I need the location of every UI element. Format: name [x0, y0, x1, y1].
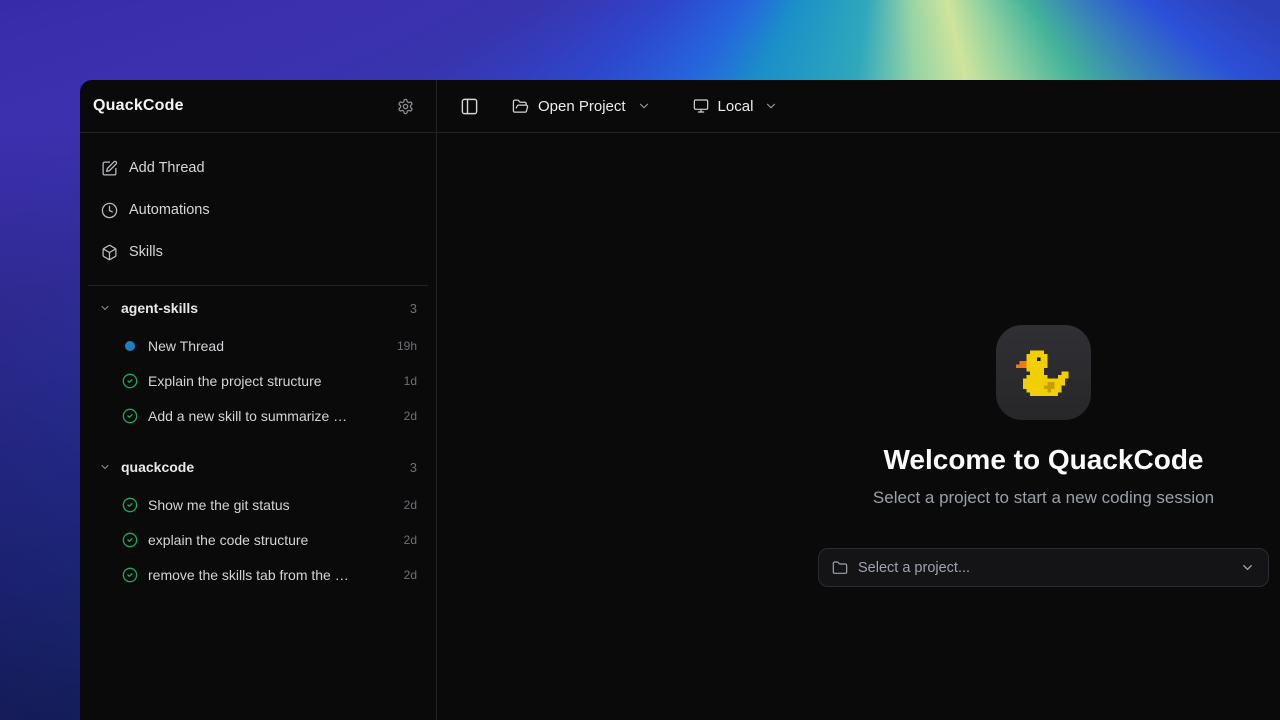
chevron-down-icon [99, 302, 111, 314]
sidebar-header: QuackCode [80, 80, 436, 133]
thread-list: Show me the git status 2d explain the co… [80, 487, 436, 592]
folder-icon [832, 560, 848, 576]
sidebar-item-label: Automations [129, 202, 210, 218]
section-name: quackcode [121, 459, 410, 475]
section-name: agent-skills [121, 300, 410, 316]
check-circle-icon [122, 408, 138, 424]
sidebar-item-label: Skills [129, 244, 163, 260]
active-dot-icon [122, 341, 138, 351]
main-toolbar: Open Project Local [437, 80, 1280, 133]
section-header[interactable]: agent-skills 3 [80, 296, 436, 320]
thread-title: explain the code structure [148, 532, 404, 548]
square-pen-icon [101, 160, 118, 177]
duck-logo-icon [1016, 350, 1072, 396]
check-circle-icon [122, 532, 138, 548]
thread-list: New Thread 19h Explain the project struc… [80, 328, 436, 433]
environment-selector-button[interactable]: Local [693, 98, 779, 115]
project-select-dropdown[interactable]: Select a project... [818, 548, 1269, 587]
sidebar-toggle-button[interactable] [458, 95, 481, 118]
main-area: Open Project Local [437, 80, 1280, 720]
project-section-quackcode: quackcode 3 Show me the git status 2d ex… [80, 445, 436, 592]
sidebar: QuackCode Add Thread Automations [80, 80, 437, 720]
sidebar-item-add-thread[interactable]: Add Thread [80, 147, 436, 189]
settings-button[interactable] [395, 96, 416, 117]
check-circle-icon [122, 373, 138, 389]
app-logo-tile [996, 325, 1091, 420]
thread-item[interactable]: Explain the project structure 1d [80, 363, 436, 398]
thread-item[interactable]: remove the skills tab from the … 2d [80, 557, 436, 592]
chevron-down-icon [764, 99, 778, 113]
thread-title: Add a new skill to summarize … [148, 408, 404, 424]
thread-time: 2d [404, 409, 417, 423]
app-title: QuackCode [93, 97, 184, 115]
section-count-badge: 3 [410, 460, 417, 475]
panel-left-icon [460, 97, 479, 116]
project-section-agent-skills: agent-skills 3 New Thread 19h Explain th… [80, 286, 436, 433]
thread-item[interactable]: Add a new skill to summarize … 2d [80, 398, 436, 433]
thread-title: New Thread [148, 338, 397, 354]
chevron-down-icon [1240, 560, 1255, 575]
thread-time: 2d [404, 533, 417, 547]
sidebar-item-automations[interactable]: Automations [80, 189, 436, 231]
environment-label: Local [718, 98, 754, 115]
sidebar-nav: Add Thread Automations Skills [80, 133, 436, 273]
chevron-down-icon [637, 99, 651, 113]
gear-icon [397, 98, 414, 115]
project-select-placeholder: Select a project... [858, 560, 1240, 576]
open-project-button[interactable]: Open Project [512, 98, 651, 115]
thread-item[interactable]: explain the code structure 2d [80, 522, 436, 557]
thread-time: 2d [404, 498, 417, 512]
thread-item[interactable]: Show me the git status 2d [80, 487, 436, 522]
clock-icon [101, 202, 118, 219]
chevron-down-icon [99, 461, 111, 473]
open-project-label: Open Project [538, 98, 626, 115]
thread-time: 19h [397, 339, 417, 353]
sidebar-item-skills[interactable]: Skills [80, 231, 436, 273]
check-circle-icon [122, 497, 138, 513]
section-count-badge: 3 [410, 301, 417, 316]
welcome-title: Welcome to QuackCode [883, 444, 1203, 476]
package-icon [101, 244, 118, 261]
check-circle-icon [122, 567, 138, 583]
thread-item[interactable]: New Thread 19h [80, 328, 436, 363]
thread-title: Explain the project structure [148, 373, 404, 389]
folder-open-icon [512, 98, 529, 115]
section-header[interactable]: quackcode 3 [80, 455, 436, 479]
thread-time: 1d [404, 374, 417, 388]
thread-time: 2d [404, 568, 417, 582]
sidebar-item-label: Add Thread [129, 160, 205, 176]
thread-title: remove the skills tab from the … [148, 567, 404, 583]
app-window: QuackCode Add Thread Automations [80, 80, 1280, 720]
monitor-icon [693, 98, 709, 114]
main-content: Welcome to QuackCode Select a project to… [437, 133, 1280, 720]
welcome-panel: Welcome to QuackCode Select a project to… [818, 325, 1269, 587]
welcome-subtitle: Select a project to start a new coding s… [873, 487, 1214, 509]
thread-title: Show me the git status [148, 497, 404, 513]
